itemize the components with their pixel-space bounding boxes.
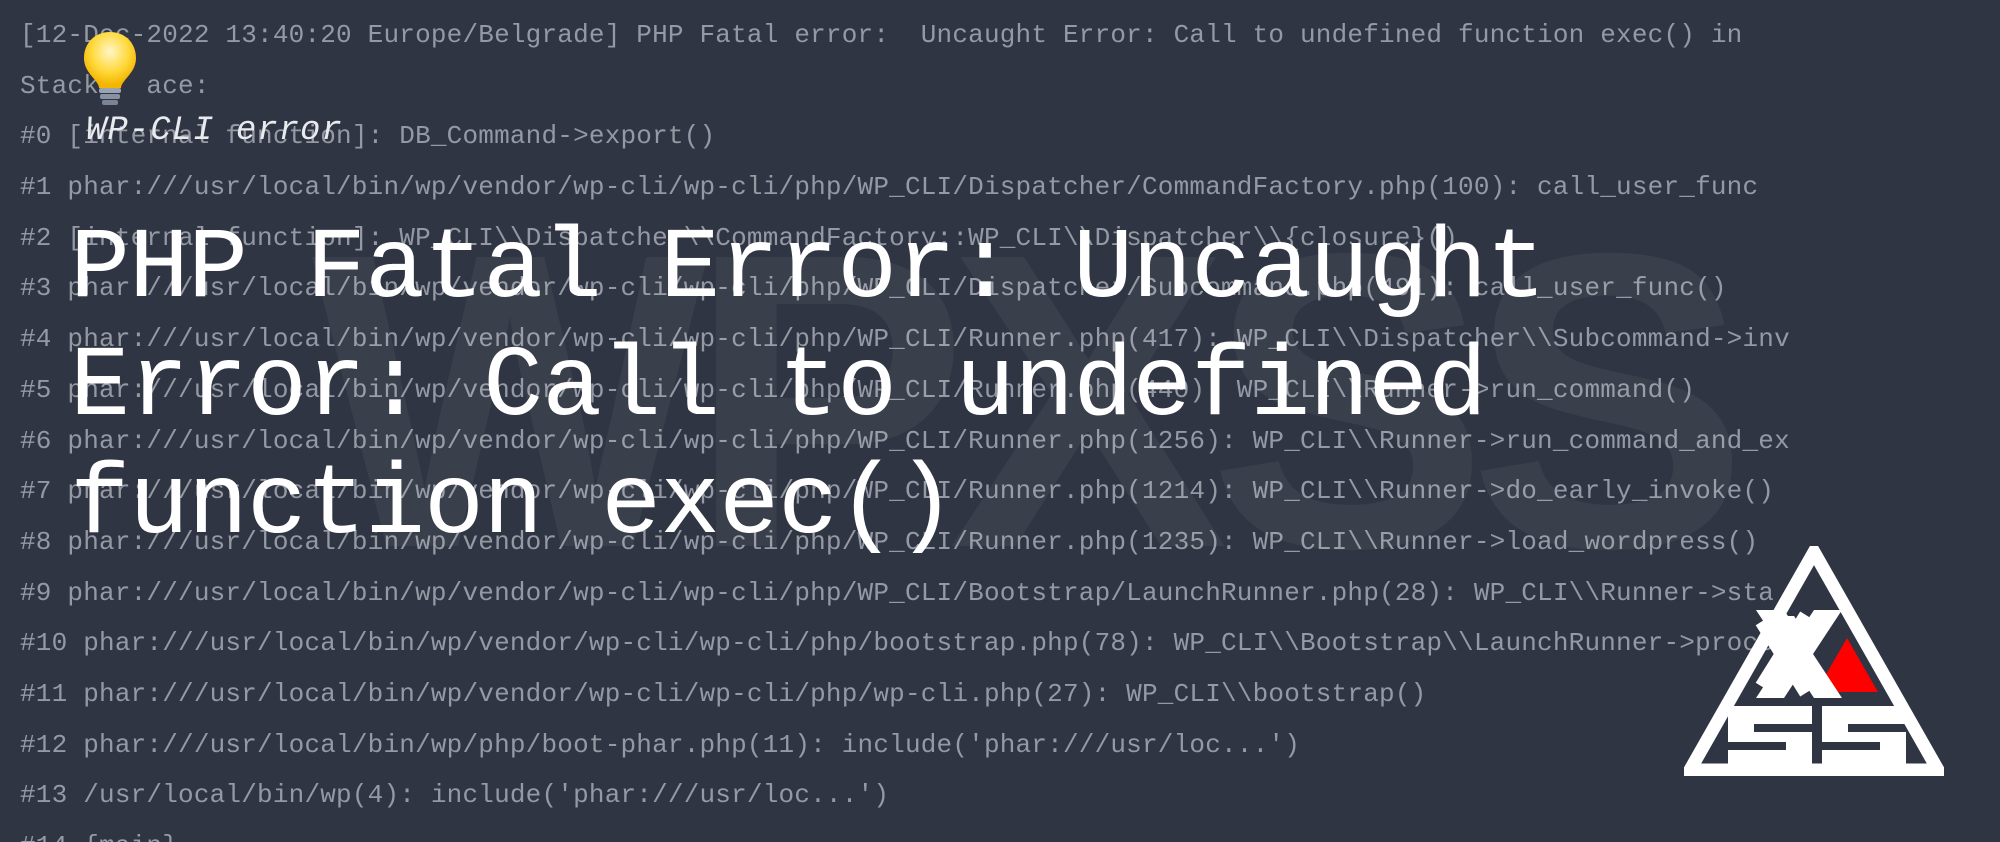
lightbulb-icon [80,30,140,106]
category-label: WP-CLI error [86,112,343,150]
page-title: PHP Fatal Error: Uncaught Error: Call to… [70,212,1670,566]
xss-logo [1684,546,1944,776]
header-row: WP-CLI error [70,30,1930,150]
